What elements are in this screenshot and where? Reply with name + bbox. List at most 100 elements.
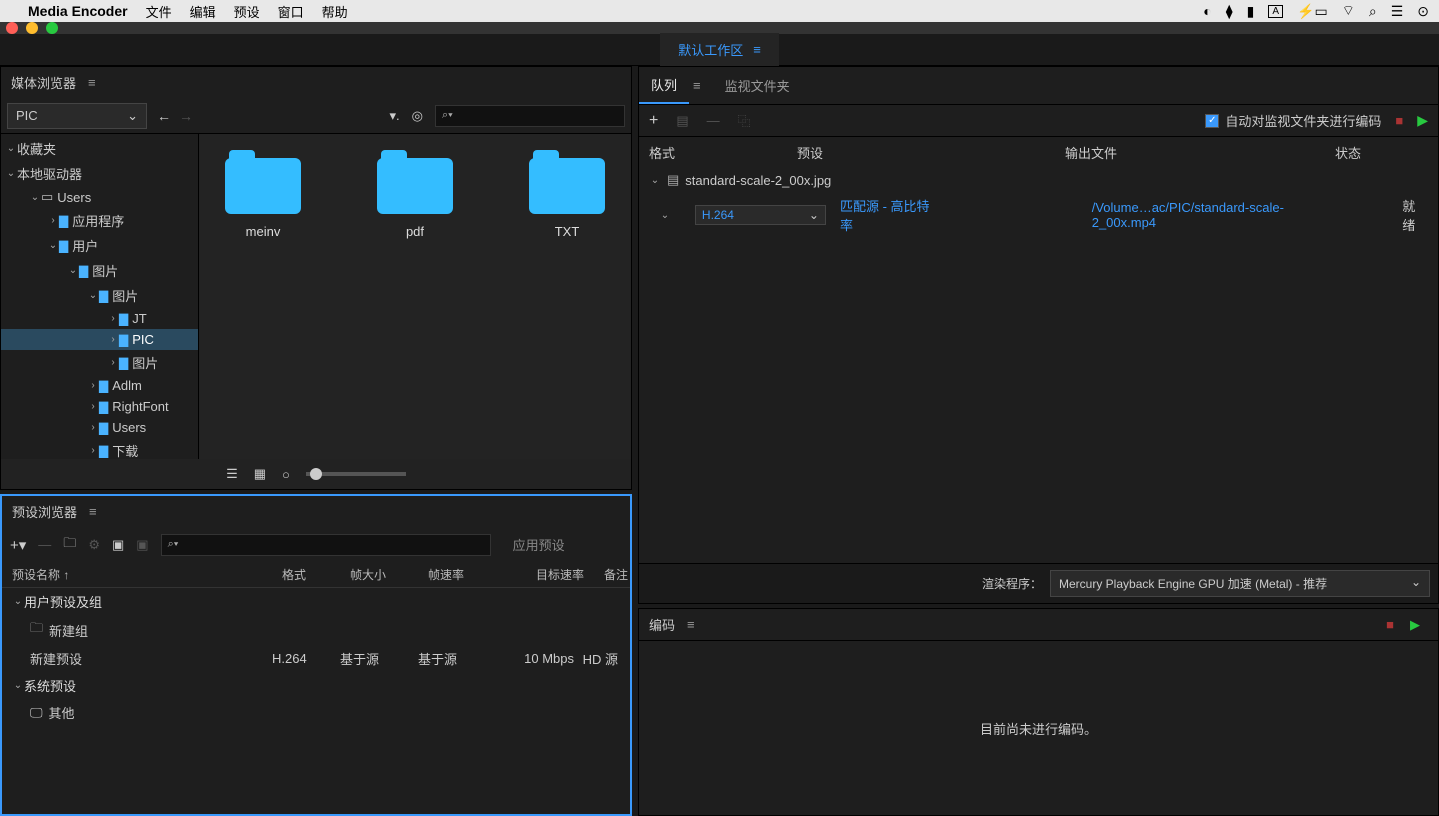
encode-title: 编码 xyxy=(649,615,675,634)
start-queue-button[interactable]: ▶ xyxy=(1417,112,1428,129)
tree-pictures[interactable]: ⌄▇图片 xyxy=(1,258,198,283)
thumb-label: meinv xyxy=(246,224,281,239)
col-format[interactable]: 格式 xyxy=(282,566,350,583)
add-preset-button[interactable]: +▾ xyxy=(10,536,26,554)
new-group-icon[interactable]: 🗀 xyxy=(63,534,76,556)
wifi-icon[interactable]: ⌔ xyxy=(1342,2,1355,20)
workspace-menu-icon[interactable]: ≡ xyxy=(753,42,761,57)
output-path-link[interactable]: /Volume…ac/PIC/standard-scale-2_00x.mp4 xyxy=(1092,200,1346,230)
filter-icon[interactable]: ▾. xyxy=(390,108,400,124)
chevron-down-icon[interactable]: ⌄ xyxy=(649,175,661,186)
cc-icon[interactable]: ◐ xyxy=(1203,3,1211,19)
menu-edit[interactable]: 编辑 xyxy=(190,2,216,21)
duplicate-button[interactable]: ⿻ xyxy=(738,111,751,130)
clock-icon[interactable]: ⊙ xyxy=(1417,3,1429,20)
chevron-down-icon: ⌄ xyxy=(127,108,138,124)
folder-tree[interactable]: ⌄收藏夹 ⌄本地驱动器 ⌄▭Users ›▇应用程序 ⌄▇用户 ⌄▇图片 ⌄▇图… xyxy=(1,134,199,459)
app-name[interactable]: Media Encoder xyxy=(28,3,128,19)
workspace-tab-default[interactable]: 默认工作区 ≡ xyxy=(660,33,779,66)
panel-menu-icon[interactable]: ≡ xyxy=(89,504,97,519)
media-search-input[interactable]: ⌕▾ xyxy=(435,105,625,127)
input-icon[interactable]: A xyxy=(1268,5,1283,18)
col-target-rate[interactable]: 目标速率 xyxy=(508,566,584,583)
folder-icon xyxy=(529,158,605,214)
zoom-slider[interactable] xyxy=(306,472,406,476)
tree-users[interactable]: ⌄▭Users xyxy=(1,186,198,208)
nav-forward-button[interactable]: → xyxy=(175,108,197,124)
queue-source-row[interactable]: ⌄ ▤ standard-scale-2_00x.jpg xyxy=(639,168,1438,192)
export-icon[interactable]: ▣ xyxy=(136,537,148,553)
panel-menu-icon[interactable]: ≡ xyxy=(88,75,96,90)
tree-rightfont[interactable]: ›▇RightFont xyxy=(1,396,198,417)
list-view-icon[interactable]: ☰ xyxy=(226,466,238,482)
tree-user[interactable]: ⌄▇用户 xyxy=(1,233,198,258)
folder-thumb[interactable]: TXT xyxy=(529,158,605,239)
tree-jt[interactable]: ›▇JT xyxy=(1,308,198,329)
tab-queue[interactable]: 队列 xyxy=(639,67,689,104)
reveal-icon[interactable]: ◎ xyxy=(412,108,423,124)
panel-menu-icon[interactable]: ≡ xyxy=(693,78,701,93)
tab-watch-folders[interactable]: 监视文件夹 xyxy=(713,68,802,103)
tree-apps[interactable]: ›▇应用程序 xyxy=(1,208,198,233)
col-status[interactable]: 状态 xyxy=(1335,143,1428,162)
col-note[interactable]: 备注 xyxy=(584,566,628,583)
stop-queue-button[interactable]: ■ xyxy=(1395,113,1403,128)
add-source-button[interactable]: + xyxy=(649,112,658,130)
thumbnail-pane[interactable]: meinv pdf TXT xyxy=(199,134,631,459)
renderer-dropdown[interactable]: Mercury Playback Engine GPU 加速 (Metal) -… xyxy=(1050,570,1430,597)
folder-thumb[interactable]: pdf xyxy=(377,158,453,239)
menu-help[interactable]: 帮助 xyxy=(322,2,348,21)
battery-icon[interactable]: ⚡▭ xyxy=(1297,3,1328,20)
spotlight-icon[interactable]: ⌕ xyxy=(1369,3,1377,20)
remove-preset-button[interactable]: — xyxy=(38,537,51,552)
tree-pic-selected[interactable]: ›▇PIC xyxy=(1,329,198,350)
preset-search-input[interactable]: ⌕▾ xyxy=(161,534,491,556)
panel-menu-icon[interactable]: ≡ xyxy=(687,617,695,632)
encode-panel: 编码 ≡ ■ ▶ 目前尚未进行编码。 xyxy=(638,608,1439,816)
queue-output-row[interactable]: ⌄ H.264 ⌄ 匹配源 - 高比特率 /Volume…ac/PIC/stan… xyxy=(639,192,1438,238)
notify-icon[interactable]: ⧫ xyxy=(1226,3,1233,20)
minimize-window-button[interactable] xyxy=(26,22,38,34)
close-window-button[interactable] xyxy=(6,22,18,34)
settings-icon[interactable]: ⚙ xyxy=(88,537,100,553)
tree-pictures3[interactable]: ›▇图片 xyxy=(1,350,198,375)
col-output[interactable]: 输出文件 xyxy=(1065,143,1335,162)
menu-preset[interactable]: 预设 xyxy=(234,2,260,21)
encode-play-button[interactable]: ▶ xyxy=(1410,617,1420,633)
menu-window[interactable]: 窗口 xyxy=(278,2,304,21)
format-dropdown[interactable]: H.264 ⌄ xyxy=(695,205,826,225)
add-output-button[interactable]: ▤ xyxy=(676,113,688,129)
path-dropdown[interactable]: PIC ⌄ xyxy=(7,103,147,129)
chevron-down-icon[interactable]: ⌄ xyxy=(659,210,671,221)
maximize-window-button[interactable] xyxy=(46,22,58,34)
device-icon[interactable]: ▮ xyxy=(1247,3,1255,20)
menu-file[interactable]: 文件 xyxy=(146,2,172,21)
remove-button[interactable]: — xyxy=(707,113,720,128)
encode-stop-button[interactable]: ■ xyxy=(1386,617,1394,632)
tree-favorites[interactable]: ⌄收藏夹 xyxy=(1,136,198,161)
section-user-presets[interactable]: ⌄用户预设及组 xyxy=(2,588,630,615)
folder-thumb[interactable]: meinv xyxy=(225,158,301,239)
preset-link[interactable]: 匹配源 - 高比特率 xyxy=(840,196,942,234)
preset-group-new[interactable]: 🗀新建组 xyxy=(2,615,630,645)
col-preset[interactable]: 预设 xyxy=(797,143,1065,162)
preset-other[interactable]: 🖵其他 xyxy=(2,699,630,726)
auto-encode-checkbox[interactable]: ✓ xyxy=(1205,114,1219,128)
import-icon[interactable]: ▣ xyxy=(112,537,124,553)
grid-view-icon[interactable]: ▦ xyxy=(254,466,266,482)
col-frame-rate[interactable]: 帧速率 xyxy=(428,566,508,583)
tree-users2[interactable]: ›▇Users xyxy=(1,417,198,438)
col-frame-size[interactable]: 帧大小 xyxy=(350,566,428,583)
tree-adlm[interactable]: ›▇Adlm xyxy=(1,375,198,396)
control-center-icon[interactable]: ☰ xyxy=(1391,3,1404,20)
tree-local-drive[interactable]: ⌄本地驱动器 xyxy=(1,161,198,186)
col-preset-name[interactable]: 预设名称 ↑ xyxy=(12,566,282,583)
tree-downloads[interactable]: ›▇下载 xyxy=(1,438,198,459)
section-system-presets[interactable]: ⌄系统预设 xyxy=(2,672,630,699)
nav-back-button[interactable]: ← xyxy=(153,108,175,124)
col-format[interactable]: 格式 xyxy=(649,143,797,162)
tree-pictures2[interactable]: ⌄▇图片 xyxy=(1,283,198,308)
folder-icon: ▇ xyxy=(99,400,108,414)
preset-row-new[interactable]: 新建预设 H.264 基于源 基于源 10 Mbps HD 源 xyxy=(2,645,630,672)
apply-preset-button[interactable]: 应用预设 xyxy=(503,531,575,558)
